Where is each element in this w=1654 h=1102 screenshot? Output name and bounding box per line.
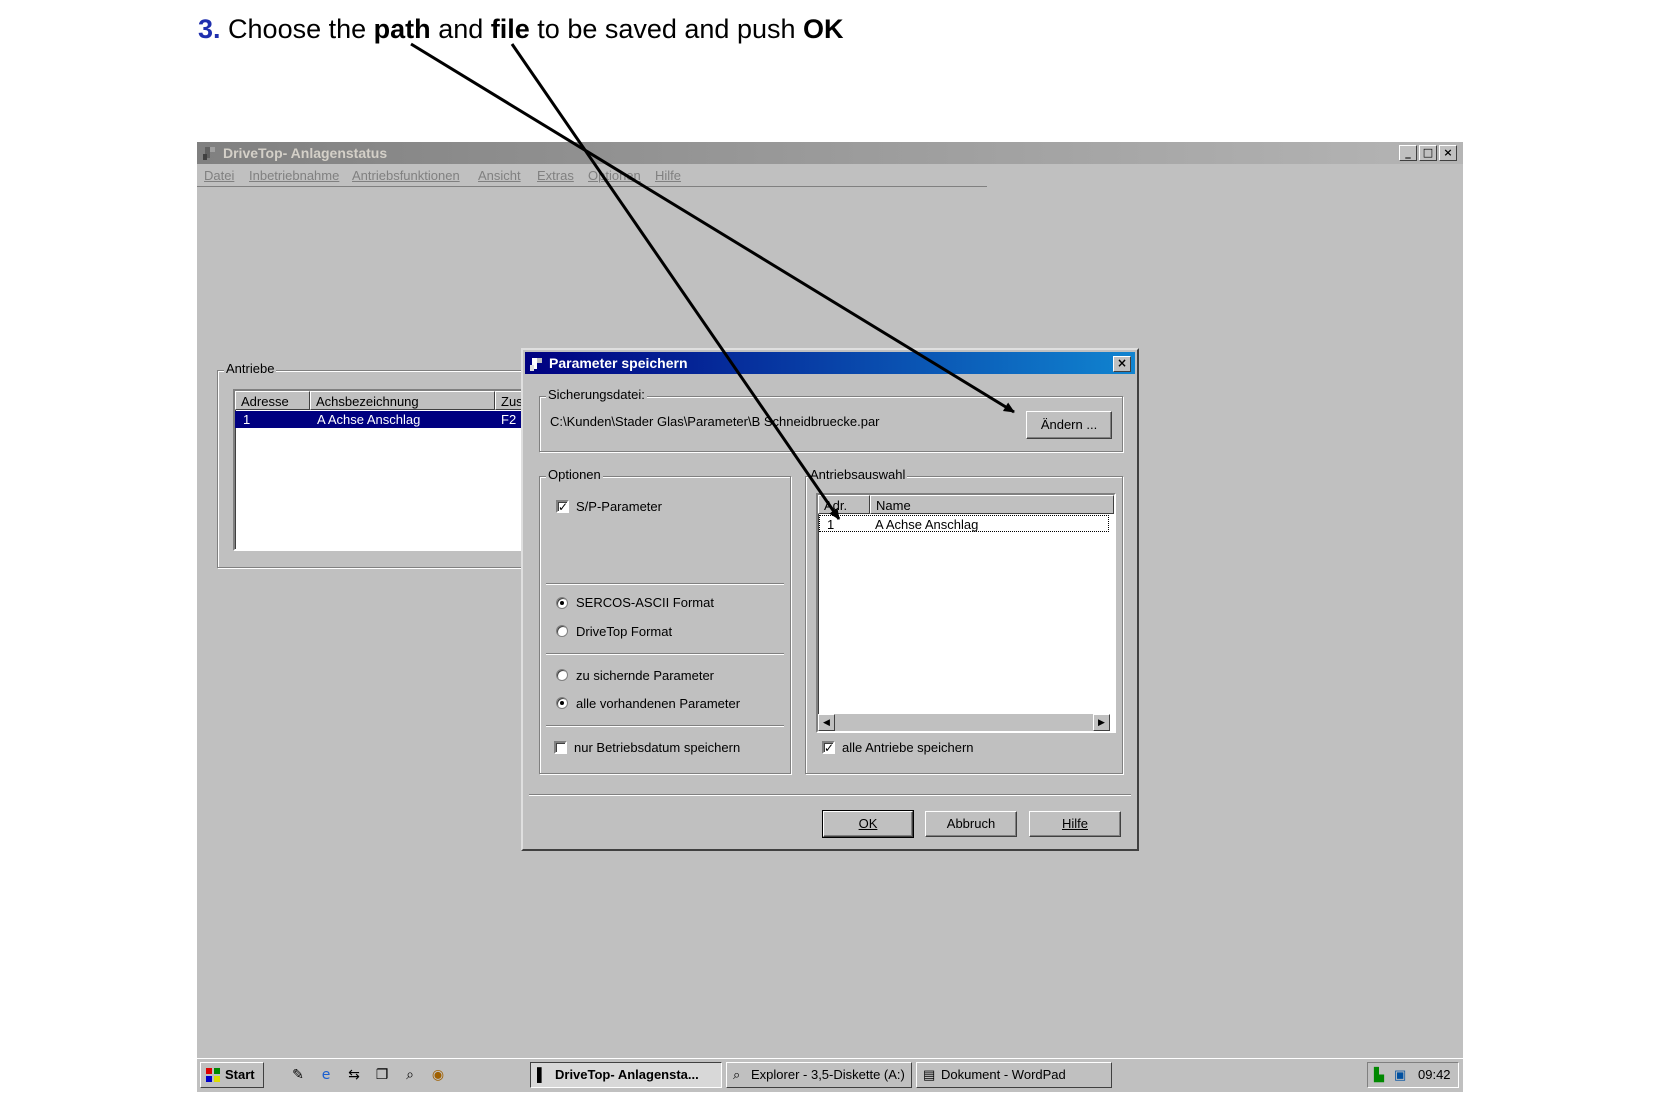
- menu-extras[interactable]: Extras: [537, 168, 574, 183]
- sercos-ascii-label: SERCOS-ASCII Format: [576, 595, 714, 610]
- minimize-icon[interactable]: _: [1399, 145, 1417, 161]
- sercos-ascii-radio[interactable]: [556, 597, 568, 609]
- row-adresse: 1: [243, 412, 251, 427]
- drivetop-format-label: DriveTop Format: [576, 624, 673, 639]
- drivetop-format-radio[interactable]: [556, 625, 568, 637]
- cancel-button[interactable]: Abbruch: [925, 811, 1017, 837]
- parameter-speichern-dialog: Parameter speichern × Sicherungsdatei: C…: [521, 348, 1139, 851]
- start-button[interactable]: Start: [200, 1062, 264, 1088]
- sp-parameter-checkbox[interactable]: ✓: [556, 500, 569, 513]
- optionen-group: Optionen ✓ S/P-Parameter SERCOS-ASCII Fo…: [539, 467, 791, 774]
- task-wordpad-label: Dokument - WordPad: [941, 1067, 1066, 1082]
- instruction-keyword-file: file: [490, 14, 530, 44]
- table-row[interactable]: 1 A Achse Anschlag F2: [235, 411, 535, 428]
- instruction-part: Choose the: [228, 14, 367, 44]
- quick-launch-search-icon[interactable]: ⌕: [401, 1066, 419, 1084]
- row-zus: F2: [501, 412, 517, 427]
- clock: 09:42: [1418, 1067, 1451, 1082]
- column-header-name[interactable]: Name: [870, 495, 1114, 514]
- divider: [546, 653, 784, 655]
- system-tray: ▙ ▣ 09:42: [1367, 1062, 1459, 1088]
- divider: [546, 583, 784, 585]
- quick-launch-network-icon[interactable]: ⇆: [345, 1066, 363, 1084]
- nur-betriebsdatum-checkbox[interactable]: [554, 741, 567, 754]
- task-wordpad[interactable]: ▤ Dokument - WordPad: [916, 1062, 1112, 1088]
- ok-button-label: OK: [858, 816, 878, 831]
- drivetop-app-icon: [530, 358, 542, 371]
- task-drivetop[interactable]: ▌ DriveTop- Anlagensta...: [530, 1062, 722, 1088]
- antriebe-group-label: Antriebe: [224, 361, 277, 376]
- change-path-button[interactable]: Ändern ...: [1026, 411, 1112, 439]
- quick-launch-app-icon[interactable]: ◉: [429, 1066, 447, 1084]
- maximize-icon[interactable]: □: [1419, 145, 1437, 161]
- antriebe-list[interactable]: Adresse Achsbezeichnung Zus 1 A Achse An…: [233, 389, 537, 551]
- sp-parameter-label: S/P-Parameter: [576, 499, 662, 514]
- task-explorer[interactable]: ⌕ Explorer - 3,5-Diskette (A:): [726, 1062, 912, 1088]
- help-button[interactable]: Hilfe: [1029, 811, 1121, 837]
- main-title-bar[interactable]: DriveTop- Anlagenstatus _ □ ×: [197, 142, 1463, 164]
- quick-launch-documents-icon[interactable]: ❐: [373, 1066, 391, 1084]
- dialog-title: Parameter speichern: [549, 355, 688, 371]
- instruction-keyword-ok: OK: [803, 14, 844, 44]
- explorer-icon: ⌕: [733, 1067, 741, 1082]
- wordpad-icon: ▤: [923, 1067, 936, 1082]
- close-icon[interactable]: ×: [1113, 356, 1131, 372]
- menu-hilfe[interactable]: Hilfe: [655, 168, 681, 183]
- help-button-label: Hilfe: [1061, 816, 1088, 831]
- menu-bar: Datei Inbetriebnahme Antriebsfunktionen …: [197, 166, 987, 187]
- ok-button[interactable]: OK: [822, 810, 914, 838]
- zu-sichernde-parameter-label: zu sichernde Parameter: [576, 668, 715, 683]
- alle-vorhandenen-parameter-radio[interactable]: [556, 697, 568, 709]
- quick-launch-editor-icon[interactable]: ✎: [289, 1066, 307, 1084]
- table-row[interactable]: 1 A Achse Anschlag: [819, 515, 1109, 532]
- internet-explorer-icon[interactable]: e: [317, 1066, 335, 1084]
- task-drivetop-label: DriveTop- Anlagensta...: [555, 1067, 699, 1082]
- column-header-adr[interactable]: Adr.: [818, 495, 870, 514]
- instruction-part: and: [438, 14, 484, 44]
- antriebsauswahl-label: Antriebsauswahl: [808, 467, 908, 482]
- row-adr: 1: [827, 517, 835, 532]
- instruction-part: to be saved and push: [537, 14, 796, 44]
- zu-sichernde-parameter-radio[interactable]: [556, 669, 568, 681]
- tray-network-icon[interactable]: ▙: [1374, 1063, 1384, 1087]
- alle-antriebe-checkbox[interactable]: ✓: [822, 741, 835, 754]
- antriebe-group: Antriebe Adresse Achsbezeichnung Zus 1 A…: [217, 361, 539, 568]
- antriebsauswahl-list[interactable]: Adr. Name 1 A Achse Anschlag ◀ ▶: [816, 493, 1116, 733]
- drivetop-app-icon: [203, 147, 215, 160]
- drivetop-app-icon: ▌: [537, 1067, 547, 1082]
- dialog-title-bar[interactable]: Parameter speichern ×: [525, 352, 1135, 374]
- tray-app-icon[interactable]: ▣: [1394, 1063, 1406, 1087]
- menu-ansicht[interactable]: Ansicht: [478, 168, 521, 183]
- column-header-adresse[interactable]: Adresse: [235, 391, 310, 410]
- menu-antriebsfunktionen[interactable]: Antriebsfunktionen: [352, 168, 460, 183]
- close-icon[interactable]: ×: [1439, 145, 1457, 161]
- main-window-title: DriveTop- Anlagenstatus: [223, 145, 388, 161]
- alle-vorhandenen-parameter-label: alle vorhandenen Parameter: [576, 696, 741, 711]
- divider: [546, 725, 784, 727]
- step-number: 3.: [198, 14, 221, 44]
- menu-datei[interactable]: Datei: [204, 168, 234, 183]
- row-name: A Achse Anschlag: [317, 412, 421, 427]
- start-label: Start: [225, 1067, 255, 1082]
- antriebsauswahl-group: Antriebsauswahl Adr. Name 1 A Achse Ansc…: [805, 467, 1123, 774]
- save-file-path: C:\Kunden\Stader Glas\Parameter\B Schnei…: [550, 414, 880, 429]
- nur-betriebsdatum-label: nur Betriebsdatum speichern: [574, 740, 741, 755]
- optionen-label: Optionen: [546, 467, 603, 482]
- menu-inbetriebnahme[interactable]: Inbetriebnahme: [249, 168, 339, 183]
- scroll-left-icon[interactable]: ◀: [818, 714, 835, 731]
- taskbar: Start ✎ e ⇆ ❐ ⌕ ◉ ▌ DriveTop- Anlagensta…: [197, 1058, 1463, 1092]
- task-explorer-label: Explorer - 3,5-Diskette (A:): [751, 1067, 905, 1082]
- instruction-keyword-path: path: [373, 14, 431, 44]
- horizontal-scrollbar[interactable]: ◀ ▶: [818, 714, 1110, 731]
- row-name: A Achse Anschlag: [875, 517, 979, 532]
- divider: [529, 794, 1131, 796]
- sicherungsdatei-group: Sicherungsdatei: C:\Kunden\Stader Glas\P…: [539, 387, 1123, 452]
- sicherungsdatei-label: Sicherungsdatei:: [546, 387, 647, 402]
- windows-logo-icon: [206, 1068, 220, 1082]
- menu-optionen[interactable]: Optionen: [588, 168, 641, 183]
- scroll-right-icon[interactable]: ▶: [1093, 714, 1110, 731]
- alle-antriebe-label: alle Antriebe speichern: [842, 740, 974, 755]
- instruction-text: 3. Choose the path and file to be saved …: [198, 14, 844, 45]
- column-header-achsbezeichnung[interactable]: Achsbezeichnung: [310, 391, 495, 410]
